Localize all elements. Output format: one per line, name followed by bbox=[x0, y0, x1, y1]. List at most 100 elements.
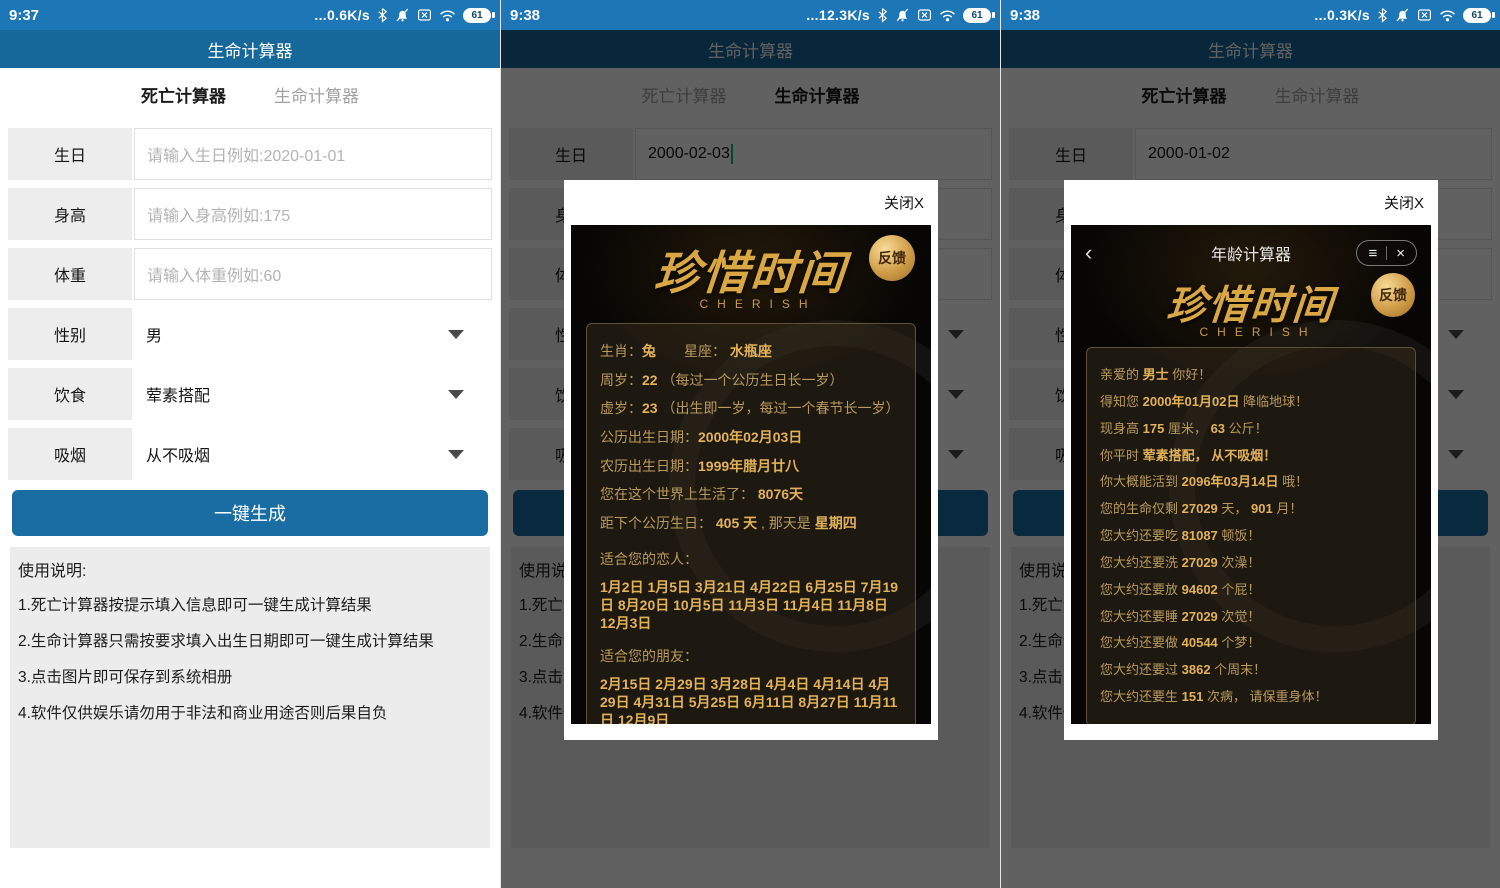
weight-placeholder: 请输入体重例如:60 bbox=[147, 262, 281, 286]
result-line: 周岁：22 （每过一个公历生日长一岁） bbox=[600, 370, 902, 392]
bluetooth-icon bbox=[877, 7, 888, 23]
clock: 9:38 bbox=[1010, 7, 1040, 24]
tab-death-calculator[interactable]: 死亡计算器 bbox=[141, 82, 226, 107]
birthday-label: 生日 bbox=[8, 128, 132, 180]
instructions-title: 使用说明: bbox=[18, 557, 482, 581]
height-label: 身高 bbox=[8, 188, 132, 240]
instruction-item: 4.软件仅供娱乐请勿用于非法和商业用途否则后果自负 bbox=[18, 704, 482, 725]
gender-select[interactable]: 男 bbox=[134, 308, 492, 360]
result-line: 您大约还要放 94602 个屁！ bbox=[1100, 581, 1402, 600]
result-line: 您大约还要洗 27029 次澡！ bbox=[1100, 554, 1402, 573]
no-sim-icon bbox=[1417, 7, 1432, 23]
result-line: 虚岁：23 （出生即一岁，每过一个春节长一岁） bbox=[600, 398, 902, 420]
gender-value: 男 bbox=[146, 322, 162, 346]
diet-value: 荤素搭配 bbox=[146, 382, 210, 406]
result-line: 适合您的恋人： bbox=[600, 549, 902, 571]
network-speed: ...0.3K/s bbox=[1314, 7, 1370, 23]
bell-muted-icon bbox=[1395, 7, 1410, 23]
form-row-diet: 饮食 荤素搭配 bbox=[8, 368, 492, 420]
modal-close-button[interactable]: 关闭X bbox=[1064, 180, 1438, 221]
result-line: 亲爱的 男士 你好！ bbox=[1100, 366, 1402, 385]
birthday-input[interactable]: 请输入生日例如:2020-01-01 bbox=[134, 128, 492, 180]
chevron-down-icon bbox=[448, 330, 464, 339]
status-bar: 9:38 ...0.3K/s 61 bbox=[1001, 0, 1500, 30]
death-result-modal: 关闭X ‹ 年龄计算器 ≡ × 珍惜时间 CHERISH 反馈 亲爱的 男士 你 bbox=[1064, 180, 1438, 740]
capsule-divider bbox=[1386, 246, 1387, 260]
tab-bar: 死亡计算器 生命计算器 bbox=[0, 68, 500, 120]
result-line: 你大概能活到 2096年03月14日 哦！ bbox=[1100, 473, 1402, 492]
feedback-badge[interactable]: 反馈 bbox=[869, 235, 915, 281]
result-line: 现身高 175 厘米， 63 公斤！ bbox=[1100, 420, 1402, 439]
life-result-modal: 关闭X 珍惜时间 CHERISH 反馈 生肖：兔 星座： 水瓶座周岁：22 （每… bbox=[564, 180, 938, 740]
bell-muted-icon bbox=[395, 7, 410, 23]
result-line: 距下个公历生日： 405 天 , 那天是 星期四 bbox=[600, 513, 902, 535]
instruction-item: 3.点击图片即可保存到系统相册 bbox=[18, 668, 482, 689]
screenshot-panel-2: 9:38 ...12.3K/s 61 生命计算器 死亡计算器 生命计算器 生日 … bbox=[500, 0, 1000, 888]
death-result-card-image[interactable]: ‹ 年龄计算器 ≡ × 珍惜时间 CHERISH 反馈 亲爱的 男士 你好！得知… bbox=[1071, 225, 1431, 724]
weight-label: 体重 bbox=[8, 248, 132, 300]
form-row-weight: 体重 请输入体重例如:60 bbox=[8, 248, 492, 300]
smoking-value: 从不吸烟 bbox=[146, 442, 210, 466]
modal-close-button[interactable]: 关闭X bbox=[564, 180, 938, 221]
no-sim-icon bbox=[917, 7, 932, 23]
form-row-gender: 性别 男 bbox=[8, 308, 492, 360]
form-row-height: 身高 请输入身高例如:175 bbox=[8, 188, 492, 240]
chevron-down-icon bbox=[448, 390, 464, 399]
cherish-brand: 珍惜时间 CHERISH 反馈 bbox=[571, 225, 931, 311]
gender-label: 性别 bbox=[8, 308, 132, 360]
diet-select[interactable]: 荤素搭配 bbox=[134, 368, 492, 420]
status-bar: 9:37 ...0.6K/s 61 bbox=[0, 0, 500, 30]
tab-life-calculator[interactable]: 生命计算器 bbox=[274, 82, 359, 107]
birthday-placeholder: 请输入生日例如:2020-01-01 bbox=[147, 142, 345, 166]
battery-icon: 61 bbox=[963, 8, 991, 23]
network-speed: ...12.3K/s bbox=[806, 7, 870, 23]
wifi-icon bbox=[939, 9, 956, 22]
battery-percent: 61 bbox=[971, 10, 982, 21]
miniprogram-capsule: ≡ × bbox=[1356, 240, 1417, 266]
result-line: 您大约还要过 3862 个周末！ bbox=[1100, 661, 1402, 680]
result-line: 农历出生日期：1999年腊月廿八 bbox=[600, 456, 902, 478]
no-sim-icon bbox=[417, 7, 432, 23]
smoking-select[interactable]: 从不吸烟 bbox=[134, 428, 492, 480]
feedback-badge[interactable]: 反馈 bbox=[1371, 273, 1415, 317]
status-bar: 9:38 ...12.3K/s 61 bbox=[501, 0, 1000, 30]
result-line: 公历出生日期：2000年02月03日 bbox=[600, 427, 902, 449]
battery-percent: 61 bbox=[1471, 10, 1482, 21]
wifi-icon bbox=[439, 9, 456, 22]
result-line: 1月2日 1月5日 3月21日 4月22日 6月25日 7月19日 8月20日 … bbox=[600, 578, 902, 633]
chevron-down-icon bbox=[448, 450, 464, 459]
death-result-panel: 亲爱的 男士 你好！得知您 2000年01月02日 降临地球！现身高 175 厘… bbox=[1086, 347, 1416, 724]
screenshot-panel-1: 9:37 ...0.6K/s 61 生命计算器 死亡计算器 生命计算器 生日 请… bbox=[0, 0, 500, 888]
life-result-panel: 生肖：兔 星座： 水瓶座周岁：22 （每过一个公历生日长一岁）虚岁：23 （出生… bbox=[586, 323, 916, 724]
result-line: 您大约还要生 151 次病， 请保重身体！ bbox=[1100, 688, 1402, 707]
instructions-box: 使用说明: 1.死亡计算器按提示填入信息即可一键生成计算结果 2.生命计算器只需… bbox=[10, 547, 490, 848]
generate-button[interactable]: 一键生成 bbox=[12, 490, 488, 536]
height-placeholder: 请输入身高例如:175 bbox=[147, 202, 290, 226]
close-icon: × bbox=[1396, 245, 1405, 262]
app-header: 生命计算器 bbox=[0, 30, 500, 68]
result-line: 您大约还要做 40544 个梦！ bbox=[1100, 634, 1402, 653]
form-row-birthday: 生日 请输入生日例如:2020-01-01 bbox=[8, 128, 492, 180]
smoking-label: 吸烟 bbox=[8, 428, 132, 480]
instruction-item: 2.生命计算器只需按要求填入出生日期即可一键生成计算结果 bbox=[18, 632, 482, 653]
weight-input[interactable]: 请输入体重例如:60 bbox=[134, 248, 492, 300]
bluetooth-icon bbox=[377, 7, 388, 23]
clock: 9:37 bbox=[9, 7, 39, 24]
result-line: 2月15日 2月29日 3月28日 4月4日 4月14日 4月29日 4月31日… bbox=[600, 675, 902, 724]
miniprogram-header: ‹ 年龄计算器 ≡ × bbox=[1071, 237, 1431, 269]
battery-percent: 61 bbox=[471, 10, 482, 21]
form-row-smoking: 吸烟 从不吸烟 bbox=[8, 428, 492, 480]
wifi-icon bbox=[1439, 9, 1456, 22]
result-line: 您的生命仅剩 27029 天， 901 月！ bbox=[1100, 500, 1402, 519]
bluetooth-icon bbox=[1377, 7, 1388, 23]
diet-label: 饮食 bbox=[8, 368, 132, 420]
life-result-card-image[interactable]: 珍惜时间 CHERISH 反馈 生肖：兔 星座： 水瓶座周岁：22 （每过一个公… bbox=[571, 225, 931, 724]
result-line: 适合您的朋友： bbox=[600, 646, 902, 668]
composite-screenshot: 9:37 ...0.6K/s 61 生命计算器 死亡计算器 生命计算器 生日 请… bbox=[0, 0, 1500, 888]
height-input[interactable]: 请输入身高例如:175 bbox=[134, 188, 492, 240]
cherish-brand: 珍惜时间 CHERISH 反馈 bbox=[1071, 269, 1431, 339]
instruction-item: 1.死亡计算器按提示填入信息即可一键生成计算结果 bbox=[18, 596, 482, 617]
result-line: 您大约还要吃 81087 顿饭！ bbox=[1100, 527, 1402, 546]
menu-icon: ≡ bbox=[1368, 245, 1377, 262]
network-speed: ...0.6K/s bbox=[314, 7, 370, 23]
